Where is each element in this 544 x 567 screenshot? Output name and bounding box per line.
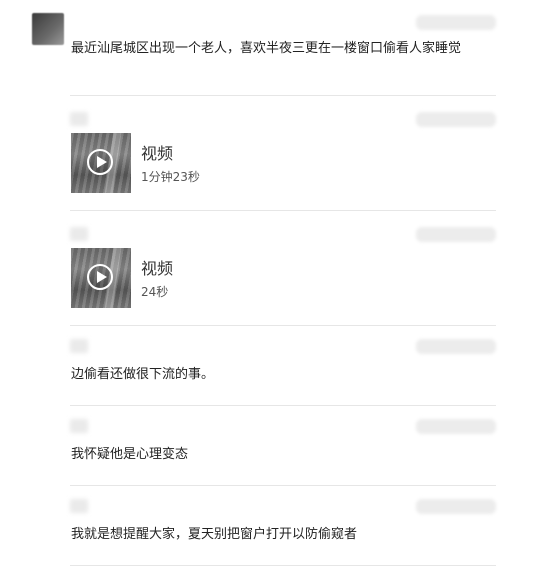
- video-duration: 1分钟23秒: [141, 170, 200, 184]
- play-icon[interactable]: [87, 264, 113, 290]
- sender-name-redacted: [70, 419, 88, 433]
- message-item: 我怀疑他是心理变态: [70, 419, 496, 486]
- sender-name-redacted: [70, 112, 88, 126]
- message-item: 边偷看还做很下流的事。: [70, 339, 496, 406]
- message-item: 视频 1分钟23秒: [70, 112, 496, 211]
- play-icon[interactable]: [87, 149, 113, 175]
- message-text: 我怀疑他是心理变态: [71, 447, 189, 462]
- video-attachment[interactable]: 视频 1分钟23秒: [71, 133, 495, 195]
- message-text: 最近汕尾城区出现一个老人，喜欢半夜三更在一楼窗口偷看人家睡觉: [71, 41, 462, 56]
- sender-name-redacted: [70, 499, 88, 513]
- timestamp-redacted: [416, 15, 496, 30]
- message-item: 最近汕尾城区出现一个老人，喜欢半夜三更在一楼窗口偷看人家睡觉: [70, 15, 496, 96]
- video-title: 视频: [141, 144, 174, 163]
- timestamp-redacted: [416, 499, 496, 514]
- timestamp-redacted: [416, 339, 496, 354]
- message-text: 边偷看还做很下流的事。: [71, 367, 215, 382]
- sender-name-redacted: [70, 227, 88, 241]
- video-duration: 24秒: [141, 285, 169, 299]
- timestamp-redacted: [416, 227, 496, 242]
- avatar[interactable]: [32, 13, 64, 45]
- video-thumbnail[interactable]: [71, 133, 131, 193]
- sender-name-redacted: [70, 339, 88, 353]
- message-item: 我就是想提醒大家，夏天别把窗户打开以防偷窥者: [70, 499, 496, 566]
- video-title: 视频: [141, 259, 174, 278]
- timestamp-redacted: [416, 419, 496, 434]
- timestamp-redacted: [416, 112, 496, 127]
- message-item: 视频 24秒: [70, 227, 496, 326]
- video-attachment[interactable]: 视频 24秒: [71, 248, 495, 310]
- message-text: 我就是想提醒大家，夏天别把窗户打开以防偷窥者: [71, 527, 358, 542]
- video-thumbnail[interactable]: [71, 248, 131, 308]
